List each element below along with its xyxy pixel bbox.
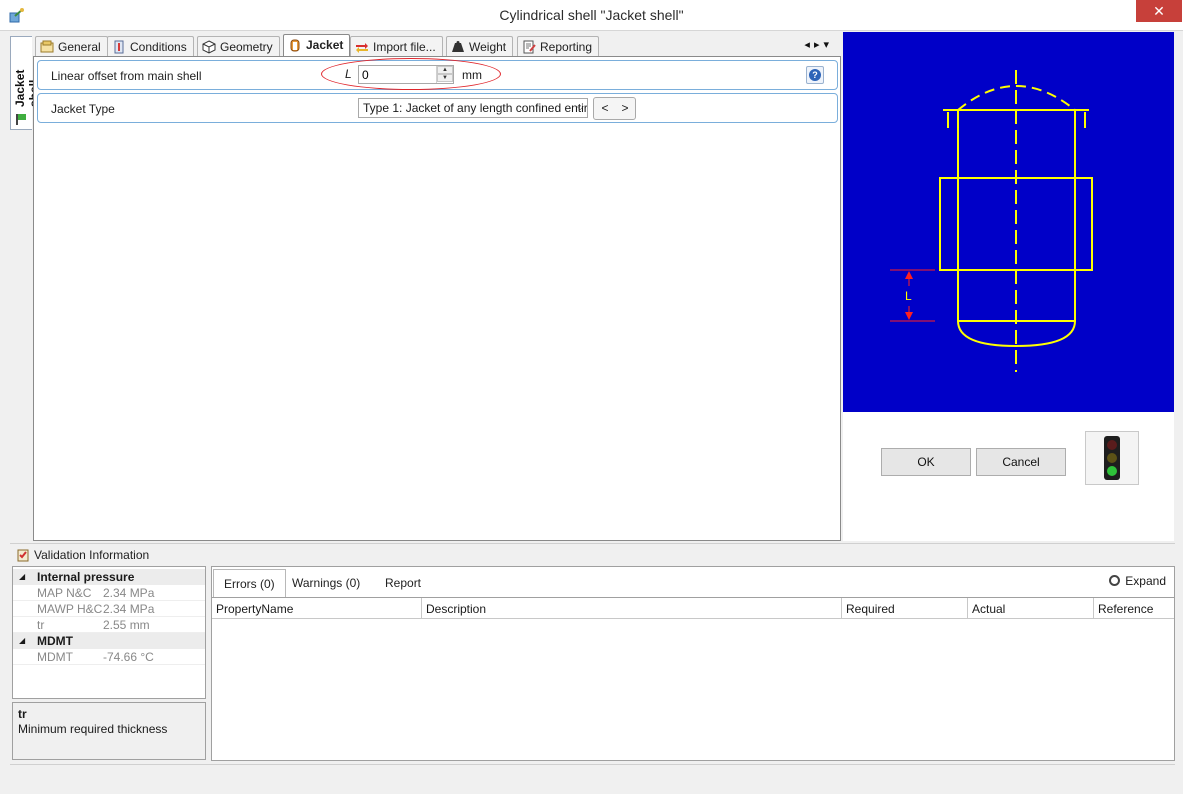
help-button[interactable]: ? xyxy=(806,66,824,84)
column-header-property-name[interactable]: PropertyName xyxy=(212,598,422,619)
result-row[interactable]: MAP N&C 2.34 MPa xyxy=(13,585,205,601)
magnifier-icon xyxy=(1109,575,1121,586)
cancel-button[interactable]: Cancel xyxy=(976,448,1066,476)
offset-symbol: L xyxy=(345,67,352,81)
previous-type-button[interactable]: < xyxy=(596,101,614,115)
result-key: MAWP H&C xyxy=(37,602,103,616)
weight-icon xyxy=(452,41,464,52)
result-row[interactable]: MDMT -74.66 °C xyxy=(13,649,205,665)
side-tab-jacket-shell[interactable]: Jacket shell xyxy=(10,36,41,130)
status-bar xyxy=(10,764,1175,790)
window-title: Cylindrical shell "Jacket shell" xyxy=(499,7,684,23)
validation-messages-panel: Errors (0) Warnings (0) Report Expand Pr… xyxy=(211,566,1175,761)
tab-label: Reporting xyxy=(540,40,593,54)
thermometer-icon xyxy=(114,40,124,54)
reporting-icon xyxy=(523,40,536,54)
import-arrows-icon xyxy=(356,43,368,53)
spin-down-button[interactable]: ▼ xyxy=(437,74,453,82)
jacket-type-navigator: < > xyxy=(593,97,636,120)
close-button[interactable]: ✕ xyxy=(1136,0,1182,22)
tab-general[interactable]: General xyxy=(35,36,108,57)
collapse-triangle-icon: ◢ xyxy=(19,572,26,581)
expand-button[interactable]: Expand xyxy=(1109,574,1166,588)
tab-errors[interactable]: Errors (0) xyxy=(213,569,286,597)
jacket-icon xyxy=(290,39,300,52)
jacket-diagram: L xyxy=(890,70,1093,372)
traffic-light-button[interactable] xyxy=(1085,431,1139,485)
tab-label: Geometry xyxy=(220,40,273,54)
dimension-arrow-up xyxy=(905,271,913,279)
group-internal-pressure[interactable]: ◢ Internal pressure xyxy=(13,569,205,585)
flag-icon xyxy=(16,114,26,125)
tab-geometry[interactable]: Geometry xyxy=(197,36,280,57)
description-text: Minimum required thickness xyxy=(18,722,168,736)
jacket-type-select[interactable]: Type 1: Jacket of any length confined en… xyxy=(358,98,588,118)
tab-list-menu-button[interactable]: ▾ xyxy=(823,39,833,51)
tab-label: Jacket xyxy=(306,38,344,52)
tab-label: Weight xyxy=(469,40,507,54)
jacket-type-selected-value: Type 1: Jacket of any length confined en… xyxy=(363,101,588,115)
column-header-reference[interactable]: Reference xyxy=(1094,598,1174,619)
column-header-required[interactable]: Required xyxy=(842,598,968,619)
tab-import-file[interactable]: Import file... xyxy=(350,36,443,57)
property-description: tr Minimum required thickness xyxy=(12,702,206,760)
tab-label: Import file... xyxy=(373,40,436,54)
tab-strip: General Conditions Geometry Jacket Impor… xyxy=(33,34,841,58)
tab-label: Conditions xyxy=(130,40,187,54)
property-row-jacket-type: Jacket Type Type 1: Jacket of any length… xyxy=(37,93,838,123)
offset-unit: mm xyxy=(462,68,482,82)
jacket-type-label: Jacket Type xyxy=(51,102,115,116)
result-key: MDMT xyxy=(37,650,73,664)
dialog-actions: OK Cancel xyxy=(843,412,1174,541)
result-value: 2.34 MPa xyxy=(103,586,155,600)
result-value: -74.66 °C xyxy=(103,650,154,664)
tab-jacket[interactable]: Jacket xyxy=(283,34,351,58)
jacket-preview: L xyxy=(843,32,1174,412)
linear-offset-label: Linear offset from main shell xyxy=(51,69,202,83)
result-row[interactable]: MAWP H&C 2.34 MPa xyxy=(13,601,205,617)
group-label: Internal pressure xyxy=(37,570,135,584)
property-row-linear-offset: Linear offset from main shell L ▲ ▼ mm ? xyxy=(37,58,838,90)
tab-weight[interactable]: Weight xyxy=(446,36,514,57)
traffic-light-icon xyxy=(1104,436,1120,480)
group-label: MDMT xyxy=(37,634,73,648)
general-icon xyxy=(40,40,54,53)
geometry-icon xyxy=(202,40,216,54)
tab-scroll-controls: ◂▸▾ xyxy=(804,38,833,51)
tab-report[interactable]: Report xyxy=(375,569,431,597)
validation-header[interactable]: Validation Information xyxy=(10,543,1175,565)
result-key: MAP N&C xyxy=(37,586,92,600)
dimension-label: L xyxy=(905,289,912,303)
jacket-properties-panel: Linear offset from main shell L ▲ ▼ mm ?… xyxy=(33,56,841,541)
validation-results-tree: ◢ Internal pressure MAP N&C 2.34 MPa MAW… xyxy=(12,566,206,699)
messages-grid-header: PropertyName Description Required Actual… xyxy=(212,597,1174,619)
result-value: 2.55 mm xyxy=(103,618,150,632)
window-body: Jacket shell General Conditions Geometry… xyxy=(0,31,1183,794)
column-header-actual[interactable]: Actual xyxy=(968,598,1094,619)
column-header-description[interactable]: Description xyxy=(422,598,842,619)
clipboard-check-icon xyxy=(17,549,29,562)
offset-spinner: ▲ ▼ xyxy=(436,66,453,83)
expand-label: Expand xyxy=(1125,574,1166,588)
next-type-button[interactable]: > xyxy=(616,101,634,115)
tab-label: General xyxy=(58,40,101,54)
title-bar: Cylindrical shell "Jacket shell" ✕ xyxy=(0,0,1183,31)
collapse-triangle-icon: ◢ xyxy=(19,636,26,645)
result-row[interactable]: tr 2.55 mm xyxy=(13,617,205,633)
tab-conditions[interactable]: Conditions xyxy=(107,36,194,57)
description-title: tr xyxy=(18,707,27,721)
ok-button[interactable]: OK xyxy=(881,448,971,476)
result-value: 2.34 MPa xyxy=(103,602,155,616)
chevron-down-icon: ⌵ xyxy=(576,102,584,113)
tab-reporting[interactable]: Reporting xyxy=(517,36,600,57)
tab-warnings[interactable]: Warnings (0) xyxy=(282,569,370,597)
result-key: tr xyxy=(37,618,45,632)
tab-scroll-left-button[interactable]: ◂ xyxy=(804,39,814,51)
spin-up-button[interactable]: ▲ xyxy=(437,66,453,74)
group-mdmt[interactable]: ◢ MDMT xyxy=(13,633,205,649)
help-icon: ? xyxy=(809,69,821,81)
dimension-arrow-down xyxy=(905,312,913,320)
validation-header-label: Validation Information xyxy=(34,548,150,562)
